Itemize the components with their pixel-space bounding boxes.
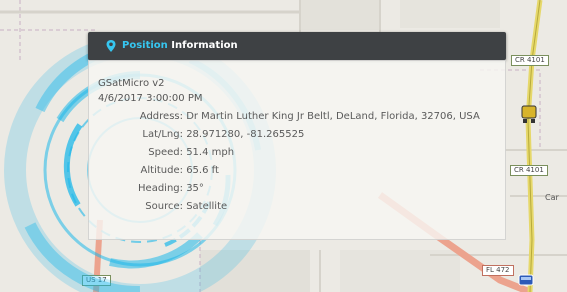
road-shield-cr4101-mid: CR 4101 [510, 165, 548, 176]
detail-row-address: Address: Dr Martin Luther King Jr Beltl,… [98, 109, 480, 124]
detail-row-altitude: Altitude: 65.6 ft [98, 163, 219, 178]
address-value: Dr Martin Luther King Jr Beltl, DeLand, … [186, 111, 480, 122]
source-label: Source: [145, 201, 183, 212]
road-shield-us17: US 17 [82, 275, 111, 286]
road-shield-cr4101-top: CR 4101 [511, 55, 549, 66]
popup-header: Position Information [88, 32, 506, 60]
map-street-label: Car [545, 193, 559, 202]
heading-value: 35° [186, 183, 204, 194]
location-pin-icon [106, 40, 116, 52]
heading-label: Heading: [138, 183, 183, 194]
latlng-label: Lat/Lng: [142, 129, 183, 140]
detail-row-source: Source: Satellite [98, 199, 227, 214]
source-value: Satellite [186, 201, 228, 212]
popup-title-rest: Information [171, 40, 238, 51]
detail-row-speed: Speed: 51.4 mph [98, 145, 234, 160]
popup-title-accent: Position [122, 40, 172, 51]
latlng-value: 28.971280, -81.265525 [186, 129, 305, 140]
detail-row-heading: Heading: 35° [98, 181, 204, 196]
altitude-label: Altitude: [140, 165, 183, 176]
device-name: GSatMicro v2 [98, 78, 165, 89]
report-datetime: 4/6/2017 3:00:00 PM [98, 93, 203, 104]
popup-title: Position Information [122, 40, 238, 51]
altitude-value: 65.6 ft [186, 165, 219, 176]
address-label: Address: [139, 111, 183, 122]
road-shield-fl472: FL 472 [482, 265, 514, 276]
speed-value: 51.4 mph [186, 147, 235, 158]
position-info-popup[interactable]: Position Information GSatMicro v2 4/6/20… [88, 32, 506, 240]
speed-label: Speed: [148, 147, 183, 158]
detail-row-latlng: Lat/Lng: 28.971280, -81.265525 [98, 127, 304, 142]
